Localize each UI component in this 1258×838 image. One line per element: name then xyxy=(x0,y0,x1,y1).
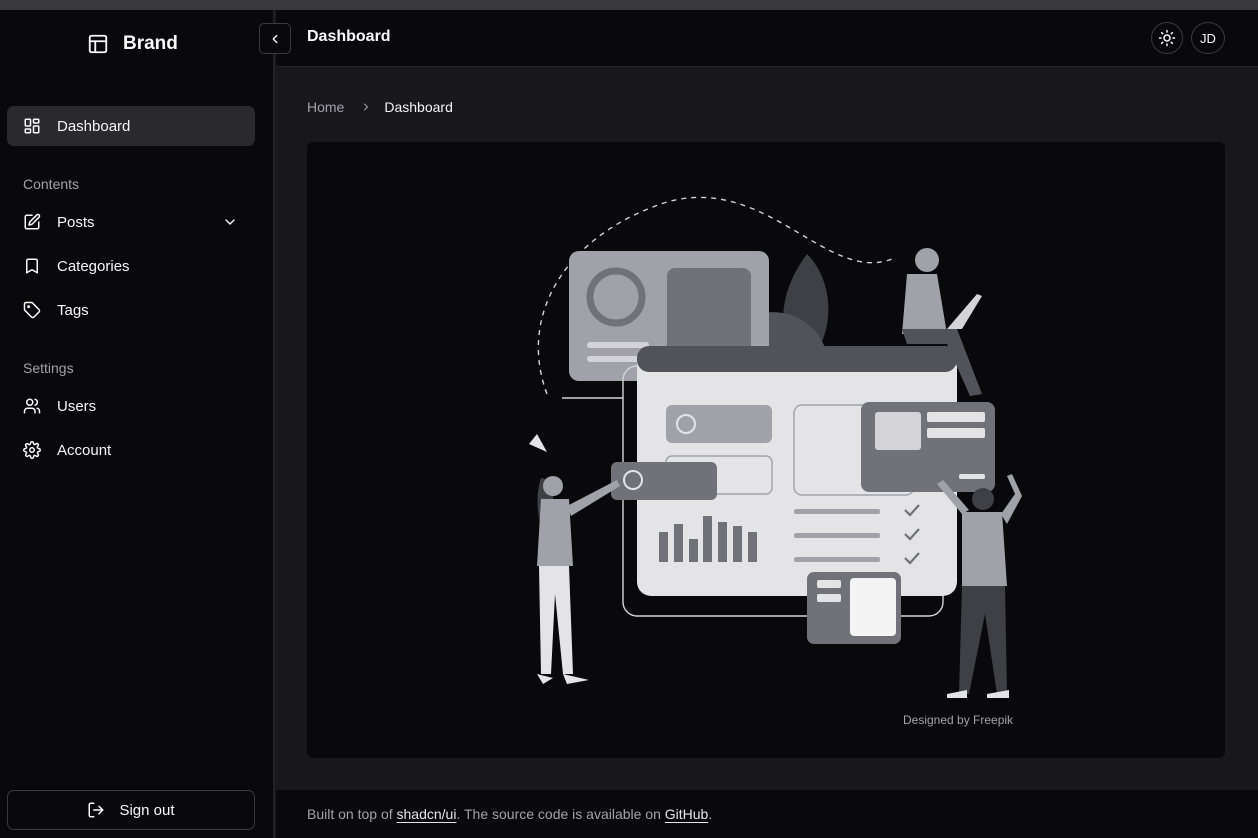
log-out-icon xyxy=(87,801,105,819)
brand-logo[interactable]: Brand xyxy=(87,32,178,56)
github-link[interactable]: GitHub xyxy=(665,806,709,822)
footer: Built on top of shadcn/ui . The source c… xyxy=(276,790,1258,838)
users-icon xyxy=(23,397,41,415)
breadcrumb: Home Dashboard xyxy=(307,99,453,115)
sidebar-item-users[interactable]: Users xyxy=(7,386,255,426)
chevron-left-icon xyxy=(272,34,278,43)
tag-icon xyxy=(23,301,41,319)
shadcn-link[interactable]: shadcn/ui xyxy=(397,806,457,822)
sidebar-item-account[interactable]: Account xyxy=(7,430,255,470)
chevron-down-icon[interactable] xyxy=(222,214,238,230)
footer-text-suffix: . xyxy=(708,806,713,822)
page-title: Dashboard xyxy=(307,28,391,45)
settings-gear-icon xyxy=(23,441,41,459)
sign-out-button[interactable]: Sign out xyxy=(7,790,255,830)
breadcrumb-current: Dashboard xyxy=(384,99,453,115)
illustration-credit: Designed by Freepik xyxy=(903,713,1014,727)
sun-icon xyxy=(1158,29,1176,47)
sidebar-item-categories[interactable]: Categories xyxy=(7,246,255,286)
bookmark-icon xyxy=(23,257,41,275)
dashboard-card: Designed by Freepik xyxy=(307,142,1225,758)
layout-grid-icon xyxy=(23,117,41,135)
pen-square-icon xyxy=(23,213,41,231)
brand-name: Brand xyxy=(123,33,178,54)
sidebar-item-label: Users xyxy=(57,397,97,415)
sidebar-item-label: Posts xyxy=(57,213,95,231)
sidebar-item-tags[interactable]: Tags xyxy=(7,290,255,330)
sidebar-item-label: Account xyxy=(57,441,112,459)
breadcrumb-home-link[interactable]: Home xyxy=(307,99,344,115)
top-header xyxy=(276,10,1258,67)
footer-text-middle: . The source code is available on xyxy=(456,806,665,822)
sidebar: Brand Dashboard Contents Posts Categorie… xyxy=(0,10,274,838)
section-label-contents: Contents xyxy=(23,176,80,192)
footer-text-prefix: Built on top of xyxy=(307,806,397,822)
sign-out-label: Sign out xyxy=(119,801,175,819)
dashboard-illustration xyxy=(529,196,1022,698)
sidebar-item-dashboard[interactable]: Dashboard xyxy=(7,106,255,146)
section-label-settings: Settings xyxy=(23,360,74,376)
sidebar-item-label: Dashboard xyxy=(57,117,131,135)
sidebar-item-posts[interactable]: Posts xyxy=(7,202,255,242)
theme-toggle-button[interactable] xyxy=(1151,22,1183,54)
chevron-right-icon xyxy=(360,101,372,113)
user-avatar[interactable]: JD xyxy=(1191,22,1225,54)
sidebar-item-label: Tags xyxy=(57,301,89,319)
layout-panel-icon xyxy=(88,34,108,54)
collapse-sidebar-button[interactable] xyxy=(259,23,291,54)
sidebar-item-label: Categories xyxy=(57,257,130,275)
window-top-strip xyxy=(0,0,1258,10)
